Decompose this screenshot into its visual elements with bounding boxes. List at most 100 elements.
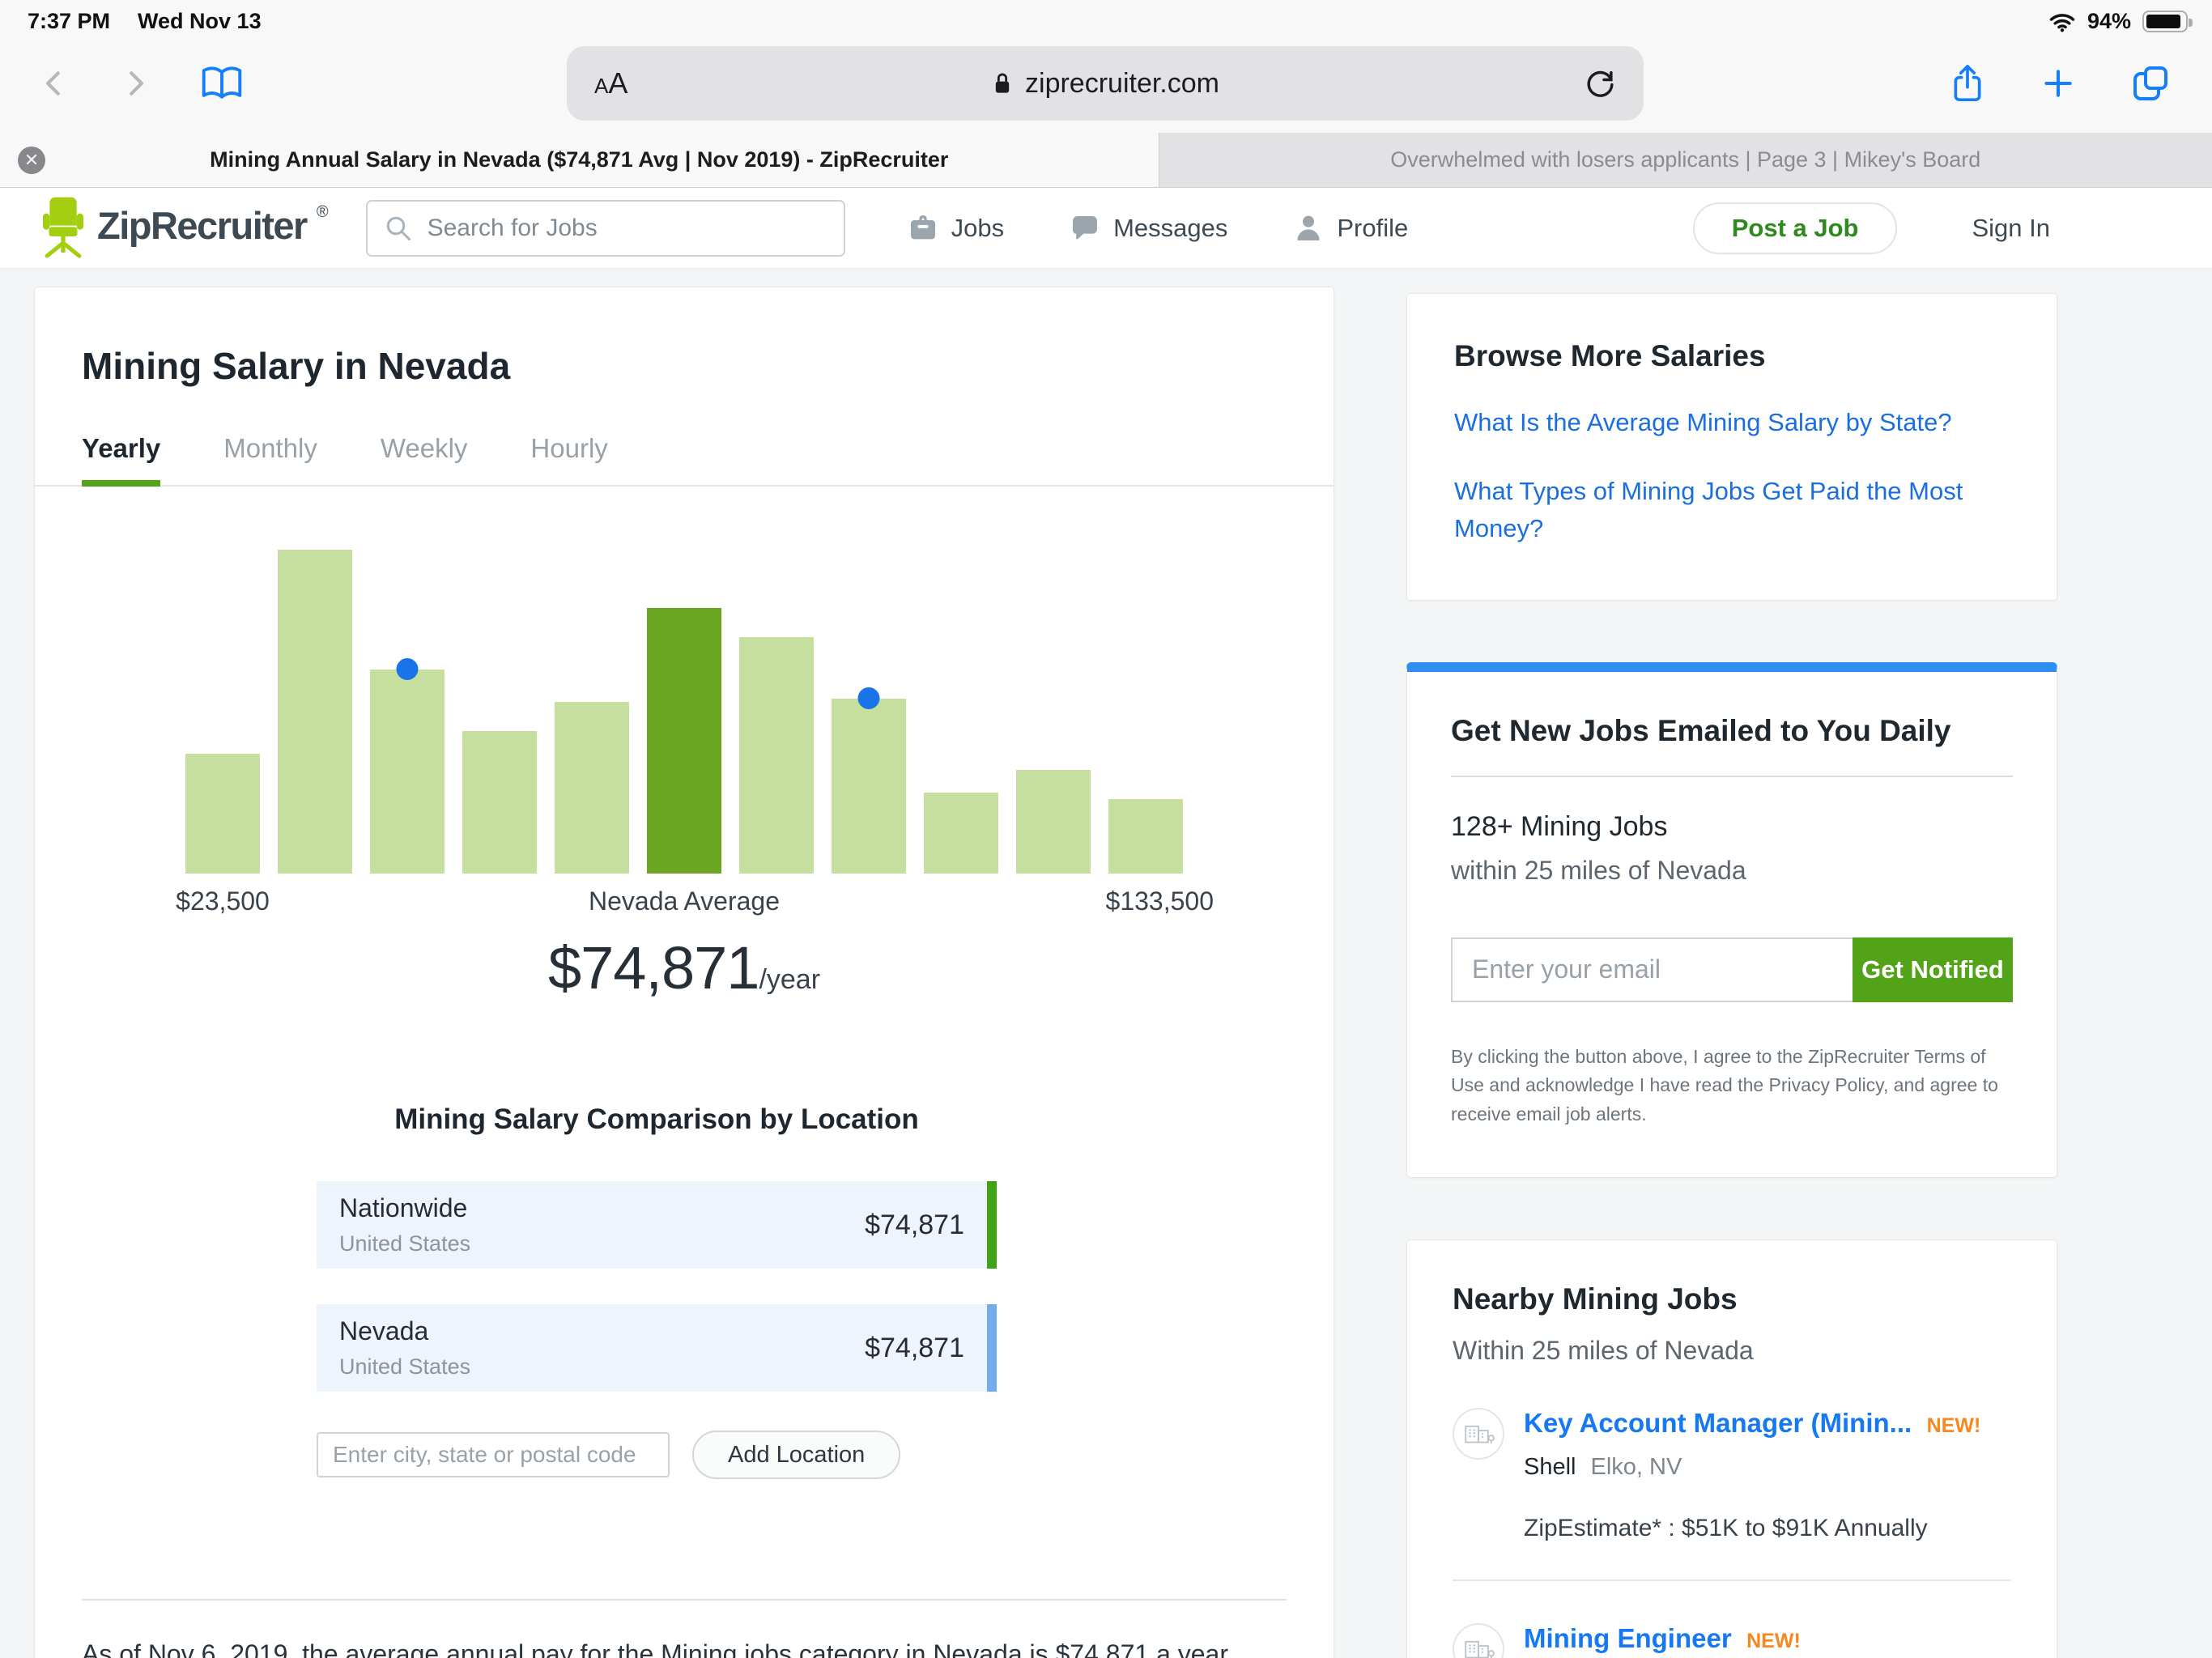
reload-icon[interactable]: [1584, 67, 1616, 100]
status-time: 7:37 PM: [28, 9, 110, 34]
page-content: Mining Salary in Nevada Yearly Monthly W…: [0, 269, 2212, 1658]
job-search-box[interactable]: [366, 200, 845, 257]
nearby-jobs-subtitle: Within 25 miles of Nevada: [1453, 1336, 2011, 1366]
new-badge: NEW!: [1746, 1630, 1801, 1652]
percentile-marker-dot: [858, 687, 880, 709]
salary-comparison-section: Mining Salary Comparison by Location Nat…: [317, 1103, 997, 1479]
email-input[interactable]: [1451, 937, 1853, 1002]
histogram-bar[interactable]: [924, 793, 998, 874]
comparison-location-name: Nevada: [339, 1316, 470, 1346]
chart-max-label: $133,500: [1106, 886, 1214, 916]
average-salary-figure: $74,871/year: [185, 933, 1183, 1002]
comparison-title: Mining Salary Comparison by Location: [317, 1103, 997, 1136]
salary-card: Mining Salary in Nevada Yearly Monthly W…: [34, 287, 1334, 1658]
section-divider: [82, 1599, 1287, 1601]
company-building-icon: [1453, 1408, 1504, 1460]
logo-text: ZipRecruiter: [97, 197, 307, 255]
comparison-value: $74,871: [865, 1333, 964, 1364]
period-tabs: Yearly Monthly Weekly Hourly: [35, 433, 1334, 487]
job-title-link[interactable]: Key Account Manager (Minin...: [1524, 1408, 1912, 1438]
percentile-marker-dot: [397, 658, 419, 680]
comparison-location-region: United States: [339, 1231, 470, 1256]
nav-item-messages[interactable]: Messages: [1069, 212, 1227, 244]
browser-tab-active[interactable]: ✕ Mining Annual Salary in Nevada ($74,87…: [0, 133, 1159, 187]
reader-button[interactable]: AA: [594, 66, 627, 100]
forward-button[interactable]: [120, 66, 151, 101]
highest-paid-jobs-link[interactable]: What Types of Mining Jobs Get Paid the M…: [1454, 473, 2010, 548]
job-location: Elko, NV: [1591, 1454, 1682, 1480]
histogram-bar[interactable]: [370, 670, 445, 874]
back-button[interactable]: [39, 66, 70, 101]
job-divider: [1453, 1579, 2011, 1581]
page-title: Mining Salary in Nevada: [82, 344, 1287, 388]
get-notified-button[interactable]: Get Notified: [1853, 937, 2013, 1002]
histogram-bar[interactable]: [1016, 770, 1091, 874]
chart-axis-labels: $23,500 Nevada Average $133,500: [185, 886, 1183, 924]
person-icon: [1292, 212, 1325, 244]
tab-monthly[interactable]: Monthly: [223, 433, 317, 485]
tab-hourly[interactable]: Hourly: [530, 433, 607, 485]
site-header: ZipRecruiter ® Jobs: [0, 188, 2212, 269]
nearby-jobs-title: Nearby Mining Jobs: [1453, 1282, 2011, 1316]
comparison-row: Nationwide United States $74,871: [317, 1181, 997, 1269]
nearby-jobs-card: Nearby Mining Jobs Within 25 miles of Ne…: [1406, 1239, 2057, 1658]
new-tab-icon[interactable]: [2040, 66, 2076, 101]
comparison-location-region: United States: [339, 1354, 470, 1380]
post-a-job-button[interactable]: Post a Job: [1693, 202, 1898, 254]
browse-salaries-title: Browse More Salaries: [1454, 339, 2010, 373]
speech-bubble-icon: [1069, 212, 1101, 244]
new-badge: NEW!: [1927, 1414, 1981, 1437]
job-salary-estimate: ZipEstimate* : $51K to $91K Annually: [1524, 1515, 2011, 1542]
search-icon: [384, 214, 413, 243]
share-icon[interactable]: [1950, 62, 1985, 104]
sign-in-link[interactable]: Sign In: [1972, 214, 2050, 243]
job-title-link[interactable]: Mining Engineer: [1524, 1623, 1732, 1653]
nav-item-jobs[interactable]: Jobs: [907, 212, 1004, 244]
tabs-overview-icon[interactable]: [2131, 64, 2170, 103]
average-salary-unit: /year: [759, 964, 820, 995]
browser-tab-inactive[interactable]: Overwhelmed with losers applicants | Pag…: [1159, 133, 2212, 187]
main-nav: Jobs Messages Profile: [907, 212, 1409, 244]
tab-strip: ✕ Mining Annual Salary in Nevada ($74,87…: [0, 133, 2212, 188]
add-location-button[interactable]: Add Location: [692, 1431, 900, 1479]
bookmarks-icon[interactable]: [201, 65, 243, 102]
tab-close-icon[interactable]: ✕: [18, 147, 45, 174]
status-bar: 7:37 PM Wed Nov 13 94%: [0, 0, 2212, 34]
chart-average-label: Nevada Average: [589, 886, 780, 916]
histogram-bar[interactable]: [185, 754, 260, 874]
tab-weekly[interactable]: Weekly: [381, 433, 468, 485]
search-input[interactable]: [428, 215, 827, 242]
ziprecruiter-logo[interactable]: ZipRecruiter ®: [39, 197, 329, 260]
histogram-bar[interactable]: [555, 702, 629, 874]
lock-icon: [991, 70, 1014, 96]
status-date: Wed Nov 13: [138, 9, 262, 34]
salary-by-state-link[interactable]: What Is the Average Mining Salary by Sta…: [1454, 404, 2010, 442]
chart-min-label: $23,500: [176, 886, 270, 916]
salary-footnote: As of Nov 6, 2019, the average annual pa…: [82, 1639, 1287, 1658]
company-building-icon: [1453, 1623, 1504, 1658]
average-salary-value: $74,871: [548, 934, 759, 1001]
tab-yearly[interactable]: Yearly: [82, 433, 160, 485]
histogram-bar[interactable]: [647, 608, 721, 874]
histogram-bar[interactable]: [1108, 799, 1183, 874]
job-company: Shell: [1524, 1454, 1576, 1480]
battery-percent: 94%: [2087, 9, 2131, 34]
histogram-bar[interactable]: [739, 637, 814, 874]
nav-label: Profile: [1337, 214, 1408, 243]
nav-item-profile[interactable]: Profile: [1292, 212, 1408, 244]
comparison-value: $74,871: [865, 1209, 964, 1241]
location-input[interactable]: [317, 1432, 670, 1477]
card-divider: [1451, 776, 2013, 777]
nav-label: Jobs: [951, 214, 1004, 243]
browse-more-salaries-card: Browse More Salaries What Is the Average…: [1406, 293, 2057, 601]
sidebar: Browse More Salaries What Is the Average…: [1406, 293, 2057, 1658]
briefcase-icon: [907, 212, 939, 244]
salary-distribution-chart: $23,500 Nevada Average $133,500 $74,871/…: [185, 550, 1183, 1002]
histogram-bar[interactable]: [832, 699, 906, 874]
url-bar[interactable]: AA ziprecruiter.com: [567, 46, 1644, 121]
job-alerts-card: Get New Jobs Emailed to You Daily 128+ M…: [1406, 662, 2057, 1179]
histogram-bar[interactable]: [462, 731, 537, 874]
job-listing: Mining Engineer NEW! Bureau of Land Mana…: [1453, 1623, 2011, 1658]
histogram-bar[interactable]: [278, 550, 352, 874]
jobs-count: 128+ Mining Jobs: [1451, 811, 2013, 843]
